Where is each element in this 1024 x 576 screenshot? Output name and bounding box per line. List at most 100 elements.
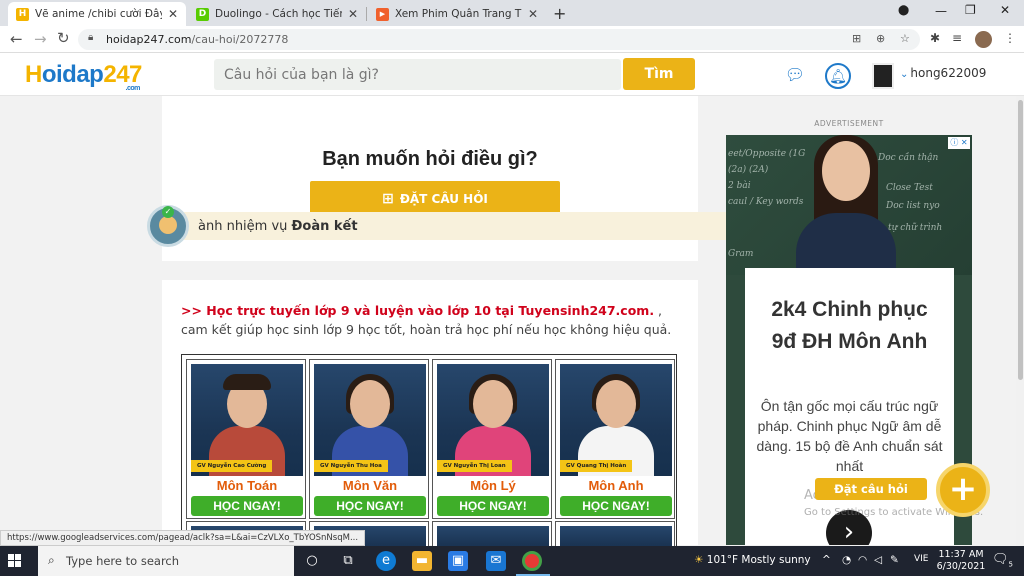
- mail-icon[interactable]: ✉: [486, 551, 506, 571]
- promo-card: >> Học trực tuyến lớp 9 và luyện vào lớp…: [162, 280, 698, 561]
- search-input[interactable]: [214, 59, 621, 90]
- ad-body: Ôn tận gốc mọi cấu trúc ngữ pháp. Chinh …: [756, 398, 943, 474]
- promo-link[interactable]: >> Học trực tuyến lớp 9 và luyện vào lớp…: [181, 303, 654, 318]
- tab-hoidap[interactable]: H Vẽ anime /chibi cười Đây là tôi kh ✕: [8, 2, 186, 26]
- teacher-subject: Môn Anh: [588, 478, 644, 493]
- learn-now-button[interactable]: HỌC NGAY!: [560, 496, 672, 516]
- menu-icon[interactable]: ⋮: [1004, 31, 1016, 45]
- close-tab-icon[interactable]: ✕: [168, 7, 178, 21]
- close-tab-icon[interactable]: ✕: [528, 7, 538, 21]
- tray-chevron-icon[interactable]: ^: [822, 554, 831, 566]
- ad-label: ADVERTISEMENT: [814, 119, 884, 128]
- lock-icon: 🔒︎: [88, 32, 94, 43]
- plus-icon[interactable]: +: [936, 463, 990, 517]
- teacher-card[interactable]: GV Nguyễn Cao Cường Môn Toán HỌC NGAY!: [186, 359, 306, 519]
- store-icon[interactable]: ▣: [448, 551, 468, 571]
- edge-icon[interactable]: e: [376, 551, 396, 571]
- site-logo[interactable]: Hoidap247 .com: [25, 61, 142, 92]
- learn-now-button[interactable]: HỌC NGAY!: [191, 496, 303, 516]
- tab-phim[interactable]: ▶ Xem Phim Quân Trang Thân Yêu ✕: [368, 2, 546, 26]
- close-window-icon[interactable]: ✕: [1000, 3, 1010, 17]
- play-favicon-icon: ▶: [376, 7, 389, 21]
- teacher-subject: Môn Lý: [470, 478, 516, 493]
- ad-chalkboard: eet/Opposite (1G Doc cần thận (2a) (2A) …: [726, 135, 972, 283]
- restore-icon[interactable]: ❐: [965, 3, 976, 17]
- mission-banner[interactable]: ành nhiệm vụ Đoàn kết: [180, 212, 765, 240]
- tab-title: Duolingo - Cách học Tiếng Anh t: [215, 8, 342, 20]
- teachers-grid: GV Nguyễn Cao Cường Môn Toán HỌC NGAY! G…: [181, 354, 677, 561]
- learn-now-button[interactable]: HỌC NGAY!: [314, 496, 426, 516]
- extensions-icon[interactable]: ✱: [930, 31, 940, 45]
- reading-list-icon[interactable]: ≡: [952, 31, 962, 45]
- taskbar-search[interactable]: ⌕ Type here to search: [38, 546, 294, 576]
- tab-title: Vẽ anime /chibi cười Đây là tôi kh: [35, 8, 162, 20]
- close-tab-icon[interactable]: ✕: [348, 7, 358, 21]
- teacher-subject: Môn Toán: [216, 478, 278, 493]
- teacher-card[interactable]: GV Quang Thị Hoàn Môn Anh HỌC NGAY!: [555, 359, 675, 519]
- taskbar-search-placeholder: Type here to search: [66, 554, 180, 568]
- add-comment-icon: ⊞: [382, 191, 394, 207]
- ask-title: Bạn muốn hỏi điều gì?: [322, 148, 538, 170]
- profile-avatar[interactable]: [975, 31, 992, 48]
- teacher-subject: Môn Văn: [342, 478, 398, 493]
- mission-text: ành nhiệm vụ Đoàn kết: [198, 219, 358, 234]
- sun-icon: ☀: [694, 554, 704, 566]
- translate-icon[interactable]: ⊞: [852, 32, 861, 45]
- ad-choices-icon[interactable]: ⓘ ✕: [948, 137, 970, 149]
- weather-widget[interactable]: ☀ 101°F Mostly sunny: [694, 554, 811, 566]
- teacher-card[interactable]: GV Nguyễn Thị Loan Môn Lý HỌC NGAY!: [432, 359, 552, 519]
- tray-app-icon[interactable]: ◔: [842, 554, 851, 566]
- forward-icon[interactable]: →: [34, 30, 47, 48]
- new-tab-icon[interactable]: +: [553, 4, 566, 23]
- user-avatar[interactable]: [872, 63, 894, 89]
- minimize-icon[interactable]: —: [935, 4, 947, 18]
- teacher-photo: GV Nguyễn Thu Hoa: [314, 364, 426, 476]
- status-url: https://www.googleadservices.com/pagead/…: [0, 530, 366, 546]
- teacher-card[interactable]: GV Nguyễn Thu Hoa Môn Văn HỌC NGAY!: [309, 359, 429, 519]
- task-view-icon[interactable]: ⧉: [338, 551, 358, 571]
- cortana-icon[interactable]: ○: [302, 551, 322, 571]
- address-toolbar: ← → ↻ 🔒︎ hoidap247.com/cau-hoi/2072778 ⊞…: [0, 26, 1024, 53]
- clock[interactable]: 11:37 AM 6/30/2021: [936, 549, 986, 573]
- omnibox[interactable]: 🔒︎ hoidap247.com/cau-hoi/2072778 ⊞ ⊕ ☆: [78, 29, 920, 50]
- reload-icon[interactable]: ↻: [57, 29, 70, 47]
- volume-icon[interactable]: ◁: [874, 554, 882, 566]
- chat-icon[interactable]: 💬︎: [782, 63, 808, 89]
- chevron-down-icon: ⌄: [900, 69, 909, 80]
- search-box: [214, 59, 621, 90]
- bell-icon[interactable]: 🔔︎: [825, 63, 851, 89]
- notification-icon[interactable]: 🗨︎5: [992, 552, 1013, 569]
- bookmark-star-icon[interactable]: ☆: [900, 32, 910, 45]
- pen-icon[interactable]: ✎: [890, 554, 899, 566]
- teacher-photo: GV Nguyễn Thị Loan: [437, 364, 549, 476]
- tab-title: Xem Phim Quân Trang Thân Yêu: [395, 8, 522, 20]
- chrome-icon[interactable]: [522, 551, 542, 571]
- windows-taskbar: ⌕ Type here to search ○ ⧉ e ▬ ▣ ✉ ☀ 101°…: [0, 546, 1024, 576]
- site-header: Hoidap247 .com Tìm 💬︎ 🔔︎ ⌄hong622009: [0, 53, 1024, 96]
- browser-tab-bar: H Vẽ anime /chibi cười Đây là tôi kh ✕ D…: [0, 0, 1024, 26]
- hoidap-favicon-icon: H: [16, 7, 29, 21]
- zoom-icon[interactable]: ⊕: [876, 32, 885, 45]
- check-icon: ✓: [162, 206, 174, 218]
- teacher-photo: GV Quang Thị Hoàn: [560, 364, 672, 476]
- scrollbar-thumb[interactable]: [1018, 100, 1023, 380]
- page-scrollbar[interactable]: [1016, 96, 1024, 546]
- tab-search-icon[interactable]: ⬤: [898, 5, 909, 16]
- learn-now-button[interactable]: HỌC NGAY!: [437, 496, 549, 516]
- tab-duolingo[interactable]: D Duolingo - Cách học Tiếng Anh t ✕: [188, 2, 366, 26]
- file-explorer-icon[interactable]: ▬: [412, 551, 432, 571]
- ad-headline: 2k4 Chinh phục 9đ ĐH Môn Anh: [771, 298, 928, 353]
- user-menu[interactable]: ⌄ hong622009: [900, 66, 986, 80]
- windows-start-icon[interactable]: [8, 554, 22, 568]
- wifi-icon[interactable]: ◠: [858, 554, 867, 566]
- promo-text: >> Học trực tuyến lớp 9 và luyện vào lớp…: [181, 303, 672, 337]
- ad-panel: 2k4 Chinh phục 9đ ĐH Môn Anh Ôn tận gốc m…: [745, 268, 954, 545]
- teacher-photo: GV Nguyễn Cao Cường: [191, 364, 303, 476]
- back-icon[interactable]: ←: [10, 30, 23, 48]
- ask-fab-label[interactable]: Đặt câu hỏi: [815, 478, 927, 500]
- duolingo-favicon-icon: D: [196, 7, 209, 21]
- mission-badge-icon: ✓: [147, 205, 189, 247]
- language-indicator[interactable]: VIE: [914, 554, 929, 564]
- search-button[interactable]: Tìm: [623, 58, 695, 90]
- tab-divider: [366, 7, 367, 21]
